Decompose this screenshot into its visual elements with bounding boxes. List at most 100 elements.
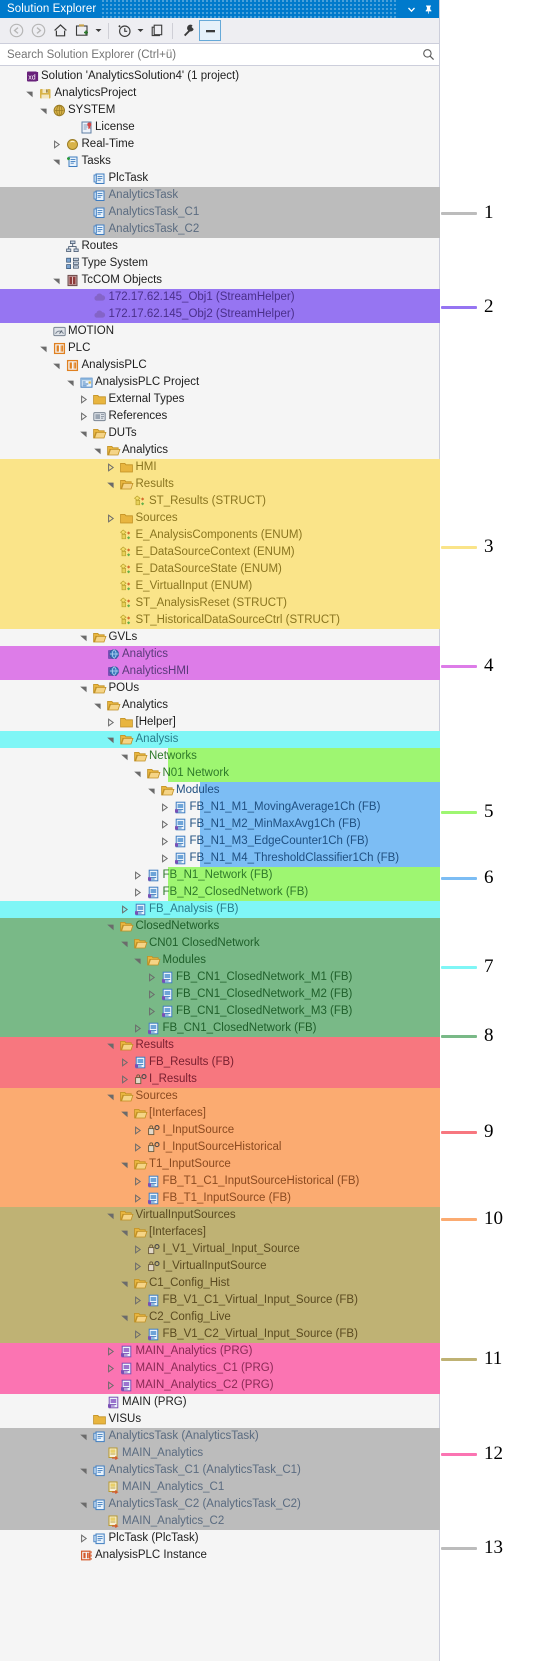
tree-item[interactable]: Modules	[0, 782, 440, 799]
tree-item[interactable]: MAIN_Analytics	[0, 1445, 440, 1462]
tree-item[interactable]: AnalyticsTask (AnalyticsTask)	[0, 1428, 440, 1445]
tree-item[interactable]: DUTs	[0, 425, 439, 442]
tree-item[interactable]: MAIN_Analytics_C2 (PRG)	[0, 1377, 440, 1394]
tree-item[interactable]: I_InputSource	[0, 1122, 440, 1139]
tree-item[interactable]: Results	[0, 476, 440, 493]
pin-icon[interactable]	[420, 1, 437, 18]
tree-item[interactable]: N01 Network	[0, 765, 440, 782]
collapse-triangle-icon[interactable]	[132, 952, 144, 969]
collapse-triangle-icon[interactable]	[78, 1496, 90, 1513]
home-icon[interactable]	[49, 20, 71, 42]
collapse-triangle-icon[interactable]	[78, 425, 90, 442]
tree-item[interactable]: E_DataSourceContext (ENUM)	[0, 544, 440, 561]
expand-triangle-icon[interactable]	[132, 1258, 144, 1275]
collapse-triangle-icon[interactable]	[118, 1156, 130, 1173]
tree-item[interactable]: E_VirtualInput (ENUM)	[0, 578, 440, 595]
chevron-down-icon[interactable]	[403, 1, 420, 18]
collapse-triangle-icon[interactable]	[51, 272, 63, 289]
back-button[interactable]	[5, 20, 27, 42]
new-folder-dropdown-caret[interactable]	[93, 20, 104, 42]
expand-triangle-icon[interactable]	[105, 1377, 117, 1394]
expand-triangle-icon[interactable]	[51, 136, 63, 153]
expand-triangle-icon[interactable]	[105, 1343, 117, 1360]
expand-triangle-icon[interactable]	[105, 714, 117, 731]
expand-triangle-icon[interactable]	[132, 1173, 144, 1190]
tree-item[interactable]: GVLs	[0, 629, 439, 646]
tree-item[interactable]: HMI	[0, 459, 440, 476]
expand-triangle-icon[interactable]	[105, 510, 117, 527]
expand-triangle-icon[interactable]	[78, 1530, 90, 1547]
collapse-triangle-icon[interactable]	[105, 1207, 117, 1224]
expand-triangle-icon[interactable]	[145, 969, 157, 986]
tree-item[interactable]: MAIN_Analytics_C2	[0, 1513, 440, 1530]
tree-item[interactable]: FB_V1_C2_Virtual_Input_Source (FB)	[0, 1326, 440, 1343]
expand-triangle-icon[interactable]	[159, 850, 171, 867]
tree-item[interactable]: FB_CN1_ClosedNetwork_M1 (FB)	[0, 969, 440, 986]
tree-item[interactable]: PLC	[0, 340, 439, 357]
tree-item[interactable]: C1_Config_Hist	[0, 1275, 440, 1292]
new-folder-icon[interactable]	[71, 20, 93, 42]
expand-triangle-icon[interactable]	[132, 867, 144, 884]
tree-item[interactable]: ST_AnalysisReset (STRUCT)	[0, 595, 440, 612]
tree-item[interactable]: Analytics	[0, 442, 439, 459]
tree-item[interactable]: AnalyticsProject	[0, 85, 439, 102]
tree-item[interactable]: PlcTask	[0, 170, 439, 187]
clock-dropdown-caret[interactable]	[135, 20, 146, 42]
expand-triangle-icon[interactable]	[118, 901, 130, 918]
tree-item[interactable]: Routes	[0, 238, 439, 255]
collapse-triangle-icon[interactable]	[145, 782, 157, 799]
expand-triangle-icon[interactable]	[132, 1190, 144, 1207]
tree-item[interactable]: I_VirtualInputSource	[0, 1258, 440, 1275]
search-input[interactable]	[7, 48, 422, 61]
collapse-triangle-icon[interactable]	[64, 374, 76, 391]
tree-item[interactable]: FB_V1_C1_Virtual_Input_Source (FB)	[0, 1292, 440, 1309]
expand-triangle-icon[interactable]	[145, 1003, 157, 1020]
search-icon[interactable]	[422, 48, 435, 61]
expand-triangle-icon[interactable]	[78, 391, 90, 408]
tree-item[interactable]: FB_T1_C1_InputSourceHistorical (FB)	[0, 1173, 440, 1190]
tree-item[interactable]: Sources	[0, 510, 440, 527]
tree-item[interactable]: MAIN_Analytics_C1 (PRG)	[0, 1360, 440, 1377]
expand-triangle-icon[interactable]	[132, 1292, 144, 1309]
tree-item[interactable]: SYSTEM	[0, 102, 439, 119]
collapse-triangle-icon[interactable]	[78, 1428, 90, 1445]
expand-triangle-icon[interactable]	[118, 1054, 130, 1071]
collapse-triangle-icon[interactable]	[118, 748, 130, 765]
collapse-triangle-icon[interactable]	[105, 1088, 117, 1105]
tree-item[interactable]: CN01 ClosedNetwork	[0, 935, 440, 952]
tree-item[interactable]: PlcTask (PlcTask)	[0, 1530, 439, 1547]
tree-item[interactable]: [Interfaces]	[0, 1224, 440, 1241]
collapse-triangle-icon[interactable]	[132, 765, 144, 782]
wrench-icon[interactable]	[177, 20, 199, 42]
tree-item[interactable]: ST_Results (STRUCT)	[0, 493, 440, 510]
tree-item[interactable]: MAIN_Analytics_C1	[0, 1479, 440, 1496]
tree-item[interactable]: FB_N1_M3_EdgeCounter1Ch (FB)	[0, 833, 440, 850]
tree-item[interactable]: Modules	[0, 952, 440, 969]
tree-item[interactable]: I_V1_Virtual_Input_Source	[0, 1241, 440, 1258]
tree-item[interactable]: FB_N1_M2_MinMaxAvg1Ch (FB)	[0, 816, 440, 833]
expand-triangle-icon[interactable]	[132, 1139, 144, 1156]
expand-triangle-icon[interactable]	[159, 833, 171, 850]
expand-triangle-icon[interactable]	[132, 1326, 144, 1343]
collapse-triangle-icon[interactable]	[24, 85, 36, 102]
tree-item[interactable]: AnalysisPLC Instance	[0, 1547, 439, 1564]
collapse-triangle-icon[interactable]	[51, 153, 63, 170]
tree-item[interactable]: MOTION	[0, 323, 439, 340]
collapse-triangle-icon[interactable]	[118, 1309, 130, 1326]
tree-item[interactable]: AnalyticsTask_C1 (AnalyticsTask_C1)	[0, 1462, 440, 1479]
expand-triangle-icon[interactable]	[132, 1020, 144, 1037]
collapse-triangle-icon[interactable]	[105, 1037, 117, 1054]
expand-triangle-icon[interactable]	[132, 884, 144, 901]
collapse-triangle-icon[interactable]	[78, 629, 90, 646]
tree-item[interactable]: [Helper]	[0, 714, 439, 731]
expand-triangle-icon[interactable]	[132, 1122, 144, 1139]
tree-item[interactable]: Analysis	[0, 731, 440, 748]
tree-item[interactable]: 172.17.62.145_Obj2 (StreamHelper)	[0, 306, 440, 323]
collapse-triangle-icon[interactable]	[105, 731, 117, 748]
expand-triangle-icon[interactable]	[159, 799, 171, 816]
tree-item[interactable]: FB_N1_M4_ThresholdClassifier1Ch (FB)	[0, 850, 440, 867]
tree-item[interactable]: POUs	[0, 680, 439, 697]
tree-item[interactable]: 172.17.62.145_Obj1 (StreamHelper)	[0, 289, 440, 306]
tree-item[interactable]: FB_CN1_ClosedNetwork (FB)	[0, 1020, 440, 1037]
tree-item[interactable]: VirtualInputSources	[0, 1207, 440, 1224]
